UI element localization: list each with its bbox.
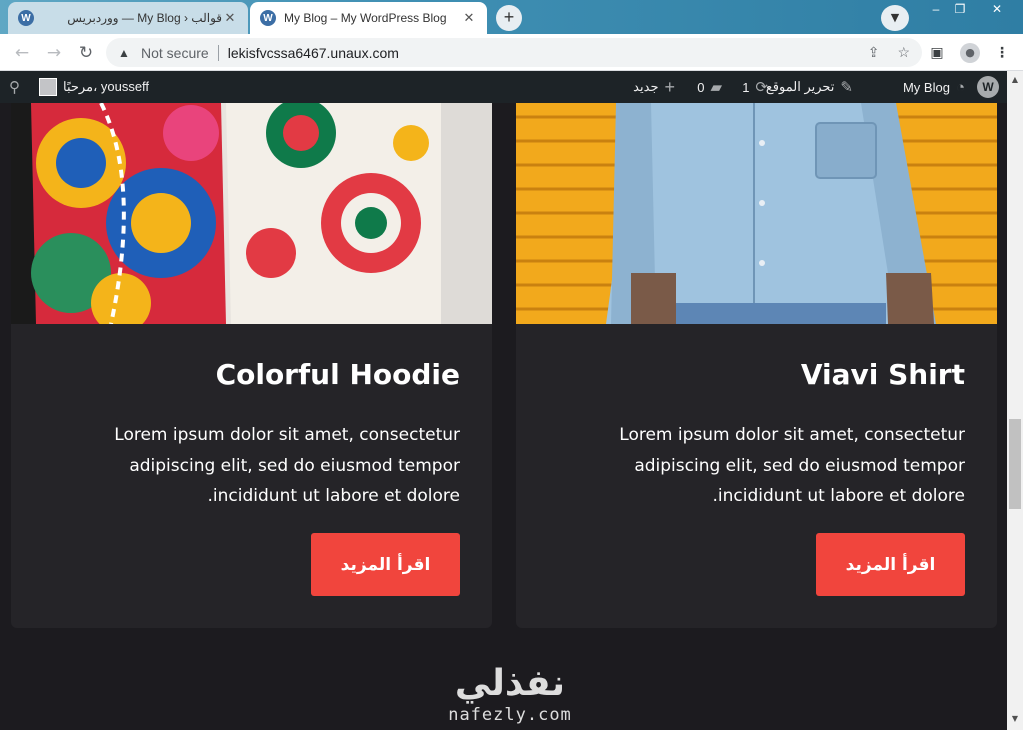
divider	[217, 44, 219, 61]
dashboard-gauge-icon: ◔	[955, 78, 965, 96]
product-image-shirt[interactable]	[516, 103, 997, 324]
product-image-hoodie[interactable]	[11, 103, 492, 324]
search-icon[interactable]: ⚲	[9, 71, 20, 103]
reload-icon[interactable]: ↻	[75, 42, 97, 64]
nafezly-watermark: نفذلي nafezly.com	[420, 663, 600, 725]
wordpress-icon: W	[18, 10, 34, 26]
bookmark-star-icon[interactable]: ☆	[897, 44, 910, 61]
wordpress-icon: W	[260, 10, 276, 26]
admin-customize[interactable]: تحرير الموقع ✎	[766, 71, 853, 103]
tab-search-chevron-icon[interactable]: ▼	[881, 5, 909, 31]
avatar	[39, 78, 57, 96]
product-excerpt: Lorem ipsum dolor sit amet, consectetur …	[585, 420, 965, 512]
scroll-down-arrow-icon[interactable]: ▼	[1007, 712, 1023, 726]
close-window-button[interactable]: ✕	[972, 0, 1022, 18]
profile-avatar-icon[interactable]: ●	[960, 43, 980, 63]
comments-count: 0	[697, 79, 705, 95]
watermark-arabic: نفذلي	[454, 663, 566, 704]
excerpt-line: Lorem ipsum dolor sit amet, consectetur	[619, 425, 965, 445]
card-body: Viavi Shirt Lorem ipsum dolor sit amet, …	[516, 324, 997, 628]
wp-admin-bar: W My Blog ◔ تحرير الموقع ✎ 1 ⟳ 0 ▰ جديد …	[0, 71, 1007, 103]
card-body: Colorful Hoodie Lorem ipsum dolor sit am…	[11, 324, 492, 628]
url-text[interactable]: lekisfvcssa6467.unaux.com	[228, 45, 399, 61]
admin-updates[interactable]: 1 ⟳	[742, 71, 768, 103]
updates-count: 1	[742, 79, 750, 95]
maximize-button[interactable]: ❐	[946, 0, 974, 18]
excerpt-line: Lorem ipsum dolor sit amet, consectetur	[114, 425, 460, 445]
refresh-icon: ⟳	[755, 79, 768, 96]
security-label[interactable]: Not secure	[141, 45, 209, 61]
product-excerpt: Lorem ipsum dolor sit amet, consectetur …	[80, 420, 460, 512]
excerpt-line: adipiscing elit, sed do eiusmod tempor	[634, 455, 965, 476]
forward-arrow-icon[interactable]: →	[43, 42, 65, 64]
scrollbar-thumb[interactable]	[1009, 419, 1021, 509]
browser-tab-themes[interactable]: W قوالب ‹ My Blog — ووردبريس ✕	[8, 2, 248, 34]
read-more-button[interactable]: اقرأ المزيد	[311, 533, 460, 596]
tab-title: قوالب ‹ My Blog — ووردبريس	[67, 11, 222, 25]
read-more-button[interactable]: اقرأ المزيد	[816, 533, 965, 596]
warning-triangle-icon[interactable]: ▲	[118, 46, 132, 60]
watermark-latin: nafezly.com	[448, 705, 572, 725]
admin-new-content[interactable]: جديد +	[633, 71, 675, 103]
admin-comments[interactable]: 0 ▰	[697, 71, 722, 103]
greeting-label: مرحبًا، yousseff	[63, 79, 150, 94]
back-arrow-icon[interactable]: ←	[11, 42, 33, 64]
address-bar[interactable]: ▲ Not secure lekisfvcssa6467.unaux.com ⇪…	[106, 38, 922, 67]
browser-toolbar: ← → ↻ ▲ Not secure lekisfvcssa6467.unaux…	[0, 34, 1023, 71]
site-name-label: My Blog	[902, 79, 950, 95]
kebab-menu-icon[interactable]: ⋮	[993, 44, 1011, 62]
wordpress-logo-icon[interactable]: W	[977, 76, 999, 98]
excerpt-line: incididunt ut labore et dolore.	[712, 486, 965, 506]
product-title[interactable]: Viavi Shirt	[801, 358, 965, 391]
side-panel-icon[interactable]: ▣	[928, 44, 946, 62]
search-icon: ⚲	[9, 79, 20, 96]
admin-account[interactable]: مرحبًا، yousseff	[39, 71, 149, 103]
product-card: Viavi Shirt Lorem ipsum dolor sit amet, …	[516, 103, 997, 628]
comment-bubble-icon: ▰	[710, 79, 722, 96]
new-label: جديد	[633, 79, 659, 94]
excerpt-line: adipiscing elit, sed do eiusmod tempor	[129, 455, 460, 476]
scroll-up-arrow-icon[interactable]: ▲	[1007, 73, 1023, 87]
admin-site-name[interactable]: My Blog ◔	[903, 71, 965, 103]
excerpt-line: incididunt ut labore et dolore.	[207, 486, 460, 506]
product-title[interactable]: Colorful Hoodie	[216, 358, 460, 391]
brush-icon: ✎	[840, 79, 853, 96]
browser-tab-strip: W قوالب ‹ My Blog — ووردبريس ✕ W My Blog…	[0, 0, 1023, 34]
tab-title: My Blog – My WordPress Blog	[284, 11, 447, 25]
plus-icon: +	[664, 76, 675, 97]
new-tab-button[interactable]: +	[496, 5, 522, 31]
page-content: Colorful Hoodie Lorem ipsum dolor sit am…	[0, 103, 1007, 730]
product-card: Colorful Hoodie Lorem ipsum dolor sit am…	[11, 103, 492, 628]
customize-label: تحرير الموقع	[765, 79, 835, 94]
browser-tab-blog[interactable]: W My Blog – My WordPress Blog ✕	[250, 2, 487, 34]
page-scrollbar[interactable]	[1007, 71, 1023, 730]
close-tab-icon[interactable]: ✕	[461, 10, 477, 26]
share-icon[interactable]: ⇪	[868, 44, 880, 61]
close-tab-icon[interactable]: ✕	[222, 10, 238, 26]
